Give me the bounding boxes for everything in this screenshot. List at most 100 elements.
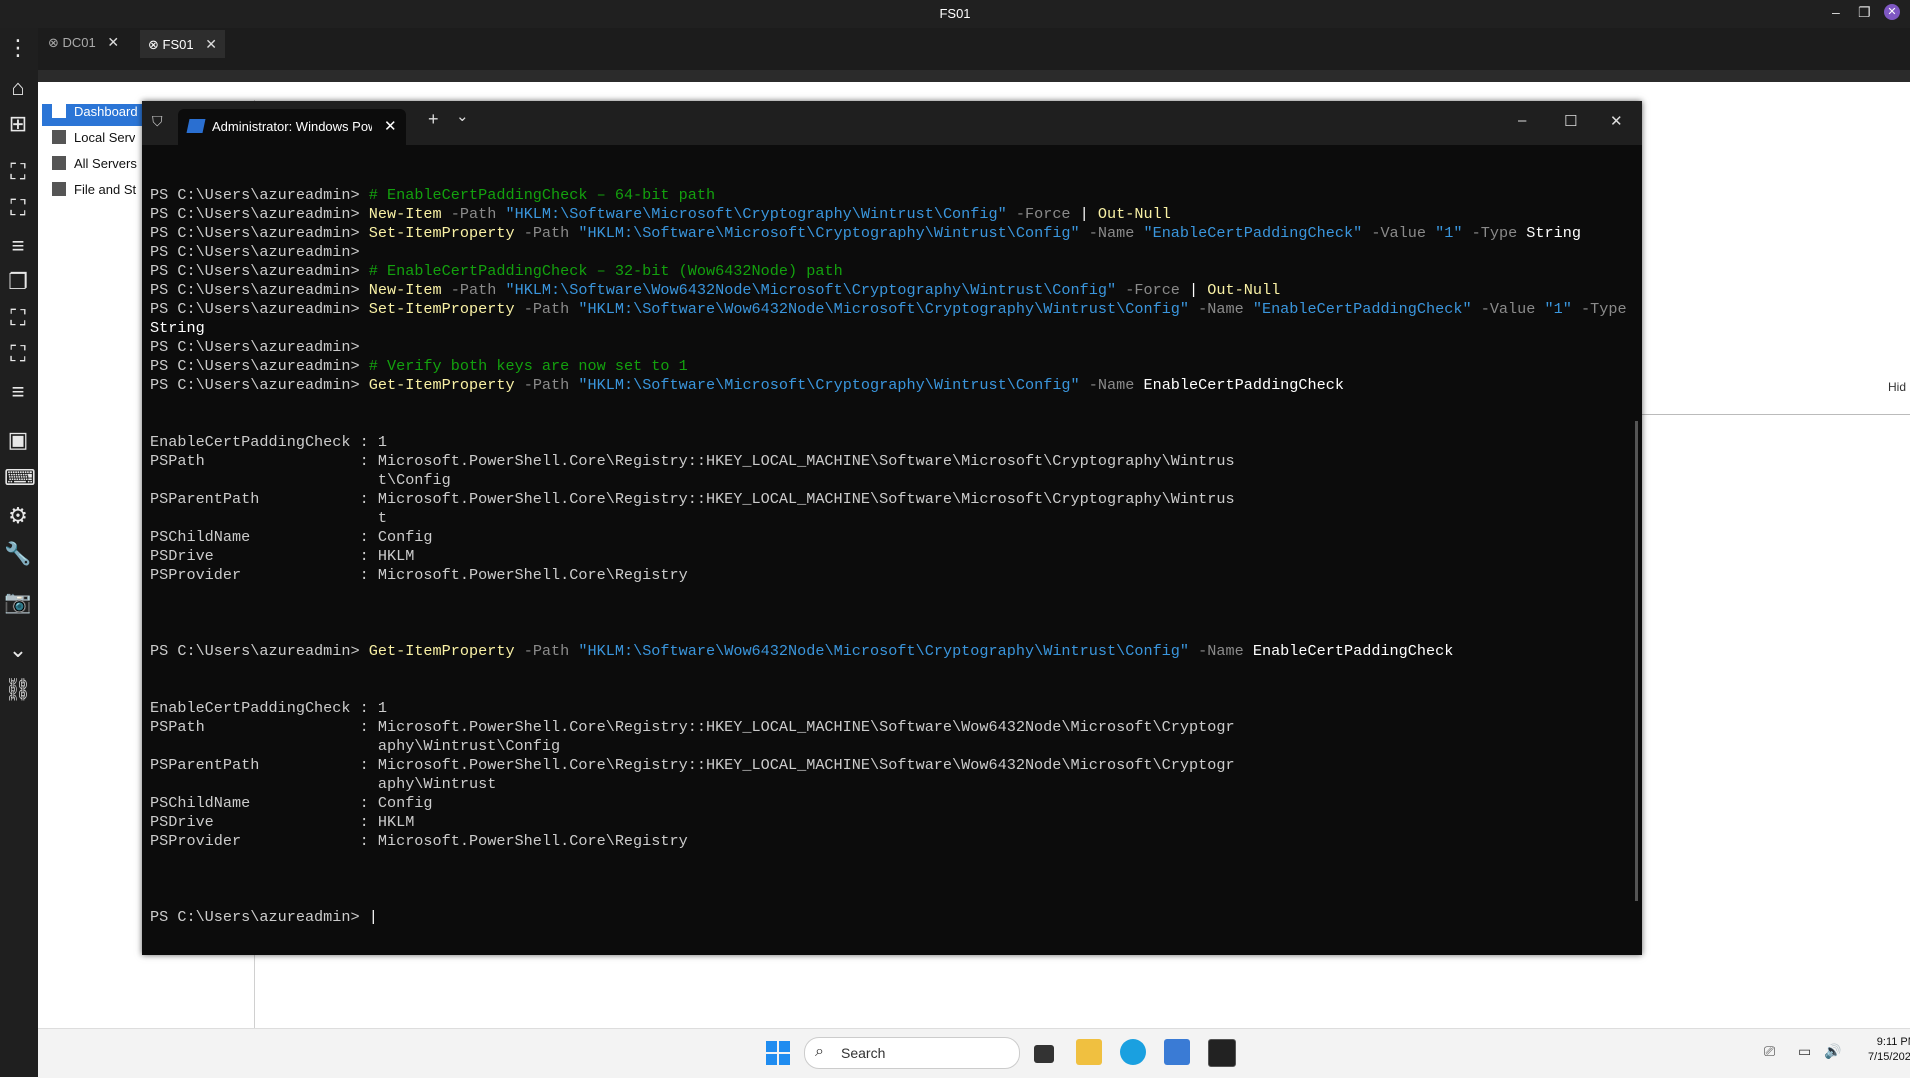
minimize-button[interactable]: – (1518, 112, 1526, 129)
terminal-text: PS C:\Users\azureadmin> (150, 262, 369, 280)
start-button[interactable] (766, 1041, 790, 1065)
menu-icon[interactable]: ≡ (4, 232, 32, 260)
terminal-text: PSChildName : Config (150, 794, 433, 812)
terminal-text: PS C:\Users\azureadmin> (150, 357, 369, 375)
wrench-icon[interactable]: 🔧 (4, 540, 32, 568)
terminal-text: -Force (1015, 205, 1080, 223)
terminal-line: PS C:\Users\azureadmin> # EnableCertPadd… (150, 186, 1630, 205)
server-manager-app-icon[interactable] (1164, 1039, 1190, 1065)
terminal-line: PS C:\Users\azureadmin> Get-ItemProperty… (150, 642, 1630, 661)
keyboard-icon[interactable]: ⌨ (4, 464, 36, 492)
terminal-line: PS C:\Users\azureadmin> Set-ItemProperty… (150, 224, 1630, 243)
terminal-line: t\Config (150, 471, 1630, 490)
sm-nav-file-storage[interactable]: File and St (52, 182, 136, 204)
sm-hide-link[interactable]: Hid (1888, 380, 1906, 394)
close-tab-icon[interactable]: ✕ (384, 117, 397, 135)
terminal-app-icon[interactable] (1208, 1039, 1236, 1067)
terminal-line: PS C:\Users\azureadmin> New-Item -Path "… (150, 281, 1630, 300)
host-tab-fs01[interactable]: ⊗ FS01 ✕ (140, 30, 225, 58)
settings-icon[interactable]: ⚙ (4, 502, 32, 530)
host-restore-button[interactable]: ❐ (1858, 4, 1871, 21)
scrollbar[interactable] (1635, 421, 1638, 901)
expand-icon[interactable]: ⛶ (4, 340, 32, 368)
chevron-down-icon[interactable]: ⌄ (4, 636, 32, 664)
terminal-line: PSPath : Microsoft.PowerShell.Core\Regis… (150, 718, 1630, 737)
host-tab-label: FS01 (162, 37, 194, 52)
terminal-text: t\Config (150, 471, 451, 489)
left-toolbar: ⋮ ⌂ ⊞ ⛶ ⛶ ≡ ❐ ⛶ ⛶ ≡ ▣ ⌨ ⚙ 🔧 📷 ⌄ ⛓ (0, 28, 38, 1077)
terminal-text: Get-ItemProperty (368, 376, 524, 394)
terminal-text: -Path (523, 300, 579, 318)
terminal-text: -Value (1480, 300, 1545, 318)
fit-screen-icon[interactable]: ⛶ (4, 158, 32, 186)
server-icon (52, 130, 66, 144)
edge-icon[interactable] (1120, 1039, 1146, 1065)
terminal-window[interactable]: ⛉ Administrator: Windows PowerShell ✕ + … (142, 101, 1642, 955)
terminal-line: aphy\Wintrust (150, 775, 1630, 794)
terminal-tab[interactable]: Administrator: Windows PowerShell ✕ (178, 109, 406, 145)
host-minimize-button[interactable]: – (1832, 4, 1840, 20)
display-tray-icon[interactable]: ▭ (1798, 1043, 1811, 1060)
terminal-text: "HKLM:\Software\Wow6432Node\Microsoft\Cr… (505, 281, 1126, 299)
sm-nav-all-servers[interactable]: All Servers (52, 156, 137, 178)
terminal-text: EnableCertPaddingCheck (1252, 642, 1454, 660)
new-tab-button[interactable]: + (428, 109, 439, 130)
terminal-text: # EnableCertPaddingCheck – 32-bit (Wow64… (368, 262, 843, 280)
terminal-line: PSDrive : HKLM (150, 547, 1630, 566)
home-icon[interactable]: ⌂ (4, 74, 32, 102)
terminal-text: PSDrive : HKLM (150, 813, 415, 831)
close-button[interactable]: ✕ (1610, 112, 1623, 130)
terminal-output[interactable]: PS C:\Users\azureadmin> # EnableCertPadd… (150, 186, 1630, 946)
terminal-text: -Type (1471, 224, 1527, 242)
terminal-line: PS C:\Users\azureadmin> # Verify both ke… (150, 357, 1630, 376)
dashboard-icon (52, 104, 66, 118)
terminal-text: PS C:\Users\azureadmin> (150, 338, 360, 356)
windows-icon[interactable]: ❐ (4, 268, 32, 296)
terminal-text: -Path (523, 642, 579, 660)
terminal-text: String (150, 319, 205, 337)
terminal-line: PSPath : Microsoft.PowerShell.Core\Regis… (150, 452, 1630, 471)
display-icon[interactable]: ▣ (4, 426, 32, 454)
terminal-line: PS C:\Users\azureadmin> (150, 338, 1630, 357)
tray-clock[interactable]: 9:11 PM 7/15/2025 (1868, 1035, 1910, 1065)
taskbar: ⌕ Search ⎚ ▭ 🔊 9:11 PM 7/15/2025 (38, 1028, 1910, 1078)
network-icon[interactable]: ⎚ (1764, 1043, 1775, 1060)
terminal-text: PSParentPath : Microsoft.PowerShell.Core… (150, 756, 1235, 774)
terminal-text: -Type (1580, 300, 1627, 318)
terminal-text: -Path (523, 376, 579, 394)
terminal-line: aphy\Wintrust\Config (150, 737, 1630, 756)
camera-icon[interactable]: 📷 (4, 588, 32, 616)
server-manager-header (38, 70, 1910, 82)
host-tab-dc01[interactable]: ⊗ DC01 ✕ (48, 34, 119, 62)
terminal-text: PSDrive : HKLM (150, 547, 415, 565)
new-window-icon[interactable]: ⊞ (4, 110, 32, 138)
divider (1640, 414, 1910, 415)
terminal-tab-title: Administrator: Windows PowerShell (212, 119, 372, 134)
tab-dropdown-button[interactable]: ⌄ (456, 107, 469, 125)
terminal-text: "HKLM:\Software\Microsoft\Cryptography\W… (578, 376, 1089, 394)
terminal-line: PSProvider : Microsoft.PowerShell.Core\R… (150, 566, 1630, 585)
terminal-text: "1" (1435, 224, 1472, 242)
terminal-text: -Name (1088, 376, 1144, 394)
list-icon[interactable]: ≡ (4, 378, 32, 406)
maximize-button[interactable]: ☐ (1564, 112, 1577, 130)
resize-icon[interactable]: ⛶ (4, 304, 32, 332)
task-view-icon[interactable] (1034, 1045, 1054, 1063)
file-explorer-icon[interactable] (1076, 1039, 1102, 1065)
link-icon[interactable]: ⛓ (4, 676, 32, 704)
close-icon[interactable]: ✕ (205, 36, 217, 52)
fullscreen-icon[interactable]: ⛶ (4, 194, 32, 222)
powershell-icon (186, 119, 206, 133)
taskbar-search[interactable]: ⌕ Search (804, 1037, 1020, 1069)
close-icon[interactable]: ✕ (107, 34, 119, 50)
kebab-menu-icon[interactable]: ⋮ (4, 34, 32, 62)
terminal-line: PS C:\Users\azureadmin> Get-ItemProperty… (150, 376, 1630, 395)
host-close-button[interactable]: ✕ (1884, 4, 1900, 20)
sm-nav-local-server[interactable]: Local Serv (52, 130, 135, 152)
volume-icon[interactable]: 🔊 (1824, 1043, 1841, 1060)
